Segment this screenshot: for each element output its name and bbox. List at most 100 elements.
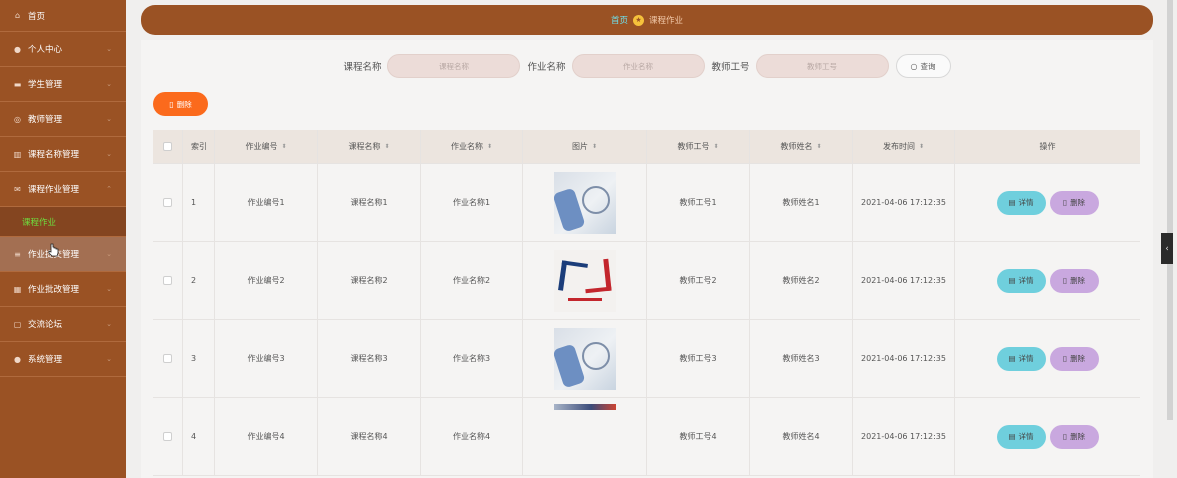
sidebar-item-label: 首页 bbox=[28, 11, 46, 22]
course-name-input[interactable] bbox=[387, 54, 521, 78]
homework-thumbnail[interactable] bbox=[553, 249, 616, 312]
homework-thumbnail[interactable] bbox=[553, 171, 616, 234]
detail-button-label: 详情 bbox=[1018, 354, 1034, 363]
header-actions-label: 操作 bbox=[1039, 142, 1056, 151]
document-icon: ▤ bbox=[1008, 276, 1016, 285]
cell-image bbox=[523, 320, 647, 397]
sidebar-item-forum[interactable]: ▢ 交流论坛 ⌄ bbox=[0, 307, 126, 342]
detail-button[interactable]: ▤ 详情 bbox=[996, 346, 1046, 371]
teacher-no-label: 教师工号 bbox=[711, 62, 750, 73]
cell-hw-name: 作业名称1 bbox=[421, 164, 523, 241]
cell-teacher-name: 教师姓名1 bbox=[750, 164, 853, 241]
settings-user-icon: ● bbox=[14, 354, 21, 364]
sort-icon[interactable]: ⬍ bbox=[919, 143, 924, 150]
mouse-cursor-icon bbox=[48, 243, 59, 257]
cell-actions: ▤ 详情 ▯ 删除 bbox=[955, 398, 1140, 475]
sort-icon[interactable]: ⬍ bbox=[816, 143, 821, 150]
cell-teacher-name: 教师姓名4 bbox=[750, 398, 853, 475]
table-row: 4 作业编号4 课程名称4 作业名称4 教师工号4 教师姓名4 2021-04-… bbox=[153, 398, 1140, 476]
cell-actions: ▤ 详情 ▯ 删除 bbox=[955, 320, 1140, 397]
breadcrumb-home-link[interactable]: 首页 bbox=[611, 14, 628, 26]
sort-icon[interactable]: ⬍ bbox=[713, 143, 718, 150]
cell-publish-time: 2021-04-06 17:12:35 bbox=[853, 242, 955, 319]
sort-icon[interactable]: ⬍ bbox=[487, 143, 492, 150]
sidebar-item-label: 作业批改管理 bbox=[28, 285, 80, 295]
row-checkbox[interactable] bbox=[163, 432, 172, 441]
row-checkbox-cell bbox=[153, 164, 183, 241]
sidebar-item-label: 课程名称管理 bbox=[28, 150, 80, 160]
sidebar-item-system-management[interactable]: ● 系统管理 ⌄ bbox=[0, 342, 126, 377]
row-checkbox[interactable] bbox=[163, 354, 172, 363]
chevron-down-icon: ⌄ bbox=[106, 150, 112, 158]
content-panel: 课程名称 作业名称 教师工号 ○ 查询 ▯ 删除 索引 作业编号⬍ bbox=[141, 40, 1153, 478]
select-all-checkbox[interactable] bbox=[163, 142, 172, 151]
batch-delete-button[interactable]: ▯ 删除 bbox=[153, 92, 208, 116]
app-window: ⌂ 首页 ● 个人中心 ⌄ ▬ 学生管理 ⌄ ◎ 教师管理 ⌄ ▥ 课程名称管理… bbox=[0, 0, 1177, 478]
sidebar-item-course-homework-management[interactable]: ✉ 课程作业管理 ⌃ bbox=[0, 172, 126, 207]
sidebar-item-home[interactable]: ⌂ 首页 bbox=[0, 0, 126, 32]
sort-icon[interactable]: ⬍ bbox=[592, 143, 597, 150]
header-hw-name[interactable]: 作业名称 ⬍ bbox=[421, 130, 523, 163]
header-index: 索引 bbox=[183, 130, 215, 163]
row-checkbox[interactable] bbox=[163, 198, 172, 207]
delete-button[interactable]: ▯ 删除 bbox=[1049, 268, 1099, 293]
collapse-panel-tab[interactable]: ‹ bbox=[1161, 233, 1173, 264]
document-icon: ▤ bbox=[1008, 198, 1016, 207]
teacher-no-input[interactable] bbox=[755, 54, 889, 78]
user-icon: ● bbox=[14, 44, 21, 54]
delete-button[interactable]: ▯ 删除 bbox=[1049, 190, 1099, 215]
cell-hw-name: 作业名称4 bbox=[421, 398, 523, 475]
header-teacher-name[interactable]: 教师姓名 ⬍ bbox=[750, 130, 853, 163]
header-image-label: 图片 bbox=[571, 142, 588, 151]
detail-button[interactable]: ▤ 详情 bbox=[996, 190, 1046, 215]
chevron-down-icon: ⌄ bbox=[106, 250, 112, 258]
vertical-scrollbar[interactable] bbox=[1167, 0, 1173, 420]
header-hw-no-label: 作业编号 bbox=[245, 142, 278, 151]
cell-publish-time: 2021-04-06 17:12:35 bbox=[853, 398, 955, 475]
delete-button[interactable]: ▯ 删除 bbox=[1049, 346, 1099, 371]
sidebar-item-personal-center[interactable]: ● 个人中心 ⌄ bbox=[0, 32, 126, 67]
cell-actions: ▤ 详情 ▯ 删除 bbox=[955, 242, 1140, 319]
header-index-label: 索引 bbox=[191, 142, 207, 151]
detail-button[interactable]: ▤ 详情 bbox=[996, 268, 1046, 293]
batch-delete-label: 删除 bbox=[176, 99, 192, 109]
sidebar-item-homework-submission-management[interactable]: ≡ 作业提交管理 ⌄ bbox=[0, 237, 126, 272]
header-teacher-no[interactable]: 教师工号 ⬍ bbox=[647, 130, 750, 163]
header-image[interactable]: 图片 ⬍ bbox=[523, 130, 647, 163]
delete-button-label: 删除 bbox=[1070, 276, 1086, 285]
search-icon: ○ bbox=[910, 61, 918, 71]
homework-thumbnail[interactable] bbox=[553, 404, 616, 410]
detail-button-label: 详情 bbox=[1018, 276, 1034, 285]
cell-index: 4 bbox=[183, 398, 215, 475]
sidebar-item-student-management[interactable]: ▬ 学生管理 ⌄ bbox=[0, 67, 126, 102]
header-hw-name-label: 作业名称 bbox=[450, 142, 483, 151]
delete-button[interactable]: ▯ 删除 bbox=[1049, 424, 1099, 449]
sidebar-subitem-course-homework[interactable]: 课程作业 bbox=[0, 207, 126, 237]
sidebar-item-course-name-management[interactable]: ▥ 课程名称管理 ⌄ bbox=[0, 137, 126, 172]
chevron-down-icon: ⌄ bbox=[106, 355, 112, 363]
star-icon: ★ bbox=[633, 14, 644, 26]
homework-name-input[interactable] bbox=[571, 54, 705, 78]
sidebar-item-homework-grading-management[interactable]: ▦ 作业批改管理 ⌄ bbox=[0, 272, 126, 307]
homework-thumbnail[interactable] bbox=[553, 327, 616, 390]
sort-icon[interactable]: ⬍ bbox=[281, 143, 286, 150]
header-course[interactable]: 课程名称 ⬍ bbox=[318, 130, 421, 163]
breadcrumb: 首页 ★ 课程作业 bbox=[141, 5, 1153, 35]
header-publish-time[interactable]: 发布时间 ⬍ bbox=[853, 130, 955, 163]
sort-icon[interactable]: ⬍ bbox=[384, 143, 389, 150]
row-checkbox[interactable] bbox=[163, 276, 172, 285]
detail-button[interactable]: ▤ 详情 bbox=[996, 424, 1046, 449]
sidebar-item-label: 课程作业管理 bbox=[28, 185, 80, 195]
header-hw-no[interactable]: 作业编号 ⬍ bbox=[215, 130, 318, 163]
sidebar-item-teacher-management[interactable]: ◎ 教师管理 ⌄ bbox=[0, 102, 126, 137]
table-header-row: 索引 作业编号 ⬍ 课程名称 ⬍ 作业名称 ⬍ 图片 ⬍ 教师工号 ⬍ 教师姓名 ⬍ 发布时… bbox=[153, 130, 1140, 164]
chevron-down-icon: ⌄ bbox=[106, 320, 112, 328]
cell-teacher-no: 教师工号1 bbox=[647, 164, 750, 241]
cell-index: 2 bbox=[183, 242, 215, 319]
header-teacher-no-label: 教师工号 bbox=[677, 142, 710, 151]
query-button[interactable]: ○ 查询 bbox=[895, 54, 951, 78]
header-teacher-name-label: 教师姓名 bbox=[780, 142, 813, 151]
main-area: 首页 ★ 课程作业 课程名称 作业名称 教师工号 ○ 查询 ▯ 删除 bbox=[141, 0, 1153, 478]
sidebar-subitem-label: 课程作业 bbox=[22, 217, 57, 228]
search-form: 课程名称 作业名称 教师工号 ○ 查询 bbox=[141, 54, 1153, 78]
